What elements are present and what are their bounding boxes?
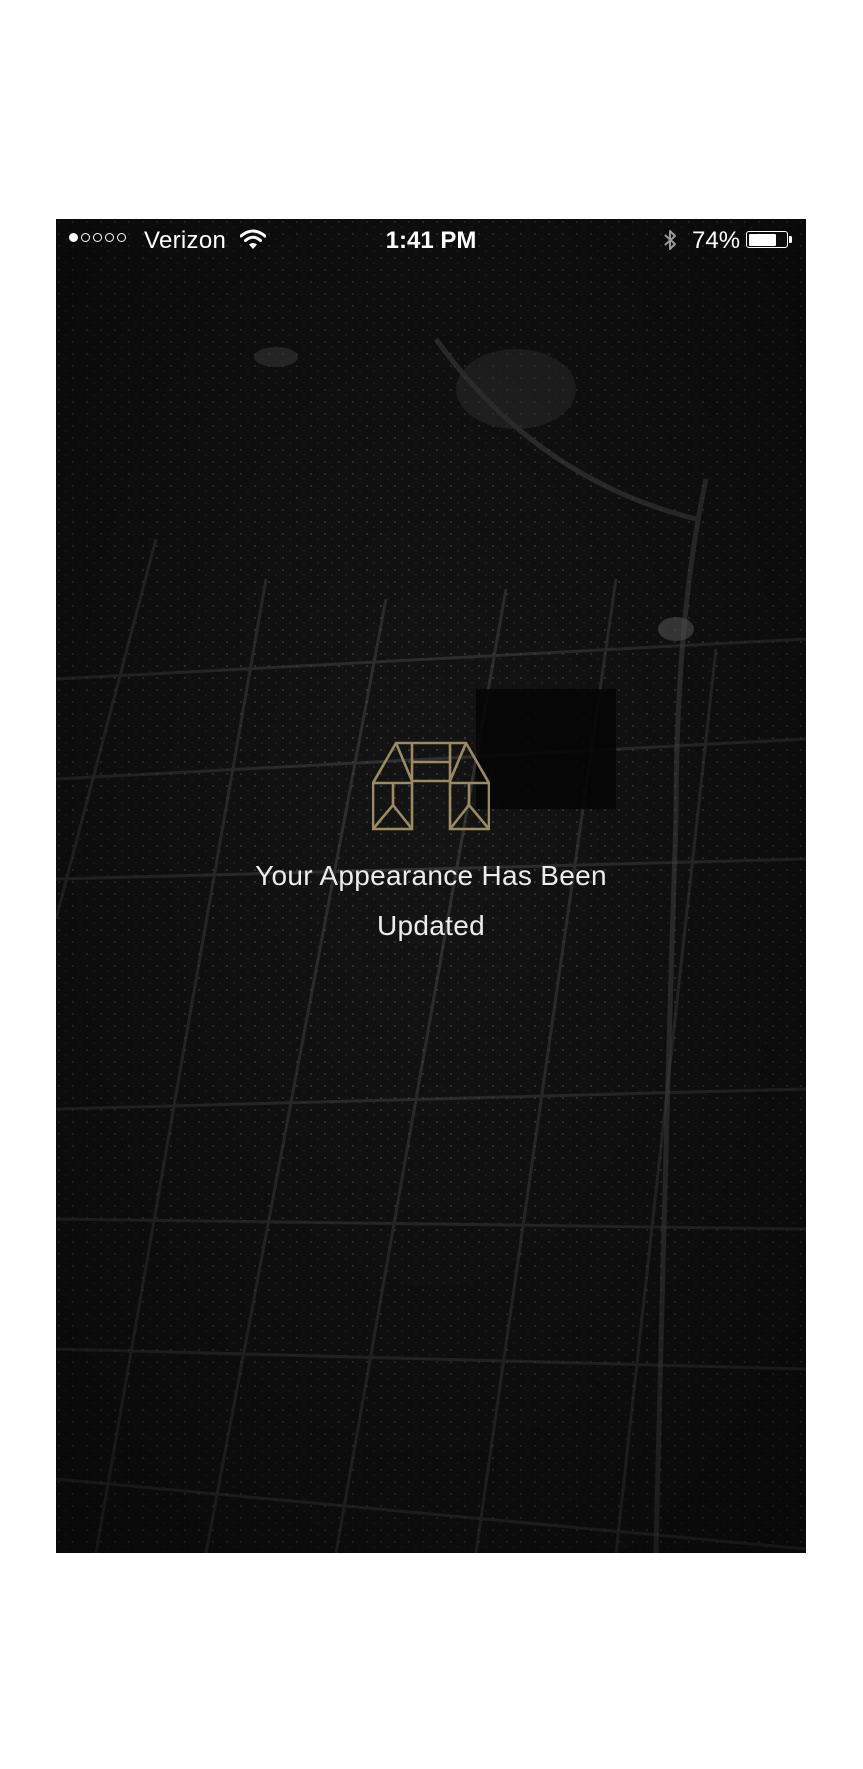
battery-tip — [789, 236, 792, 243]
battery-level-fill — [748, 233, 776, 246]
status-bar: Verizon 1:41 PM 74% — [56, 219, 806, 259]
page: Verizon 1:41 PM 74% Your Appearance Has … — [0, 0, 863, 1769]
appearance-updated-message: Your Appearance Has Been Updated — [206, 851, 656, 951]
message-line-1: Your Appearance Has Been — [255, 860, 607, 891]
phone-screen: Verizon 1:41 PM 74% Your Appearance Has … — [56, 219, 806, 1553]
bluetooth-icon — [662, 228, 678, 259]
battery-percentage: 74% — [692, 227, 741, 254]
arch-logo-icon — [372, 741, 490, 831]
message-line-2: Updated — [377, 910, 485, 941]
battery-icon — [746, 231, 788, 248]
